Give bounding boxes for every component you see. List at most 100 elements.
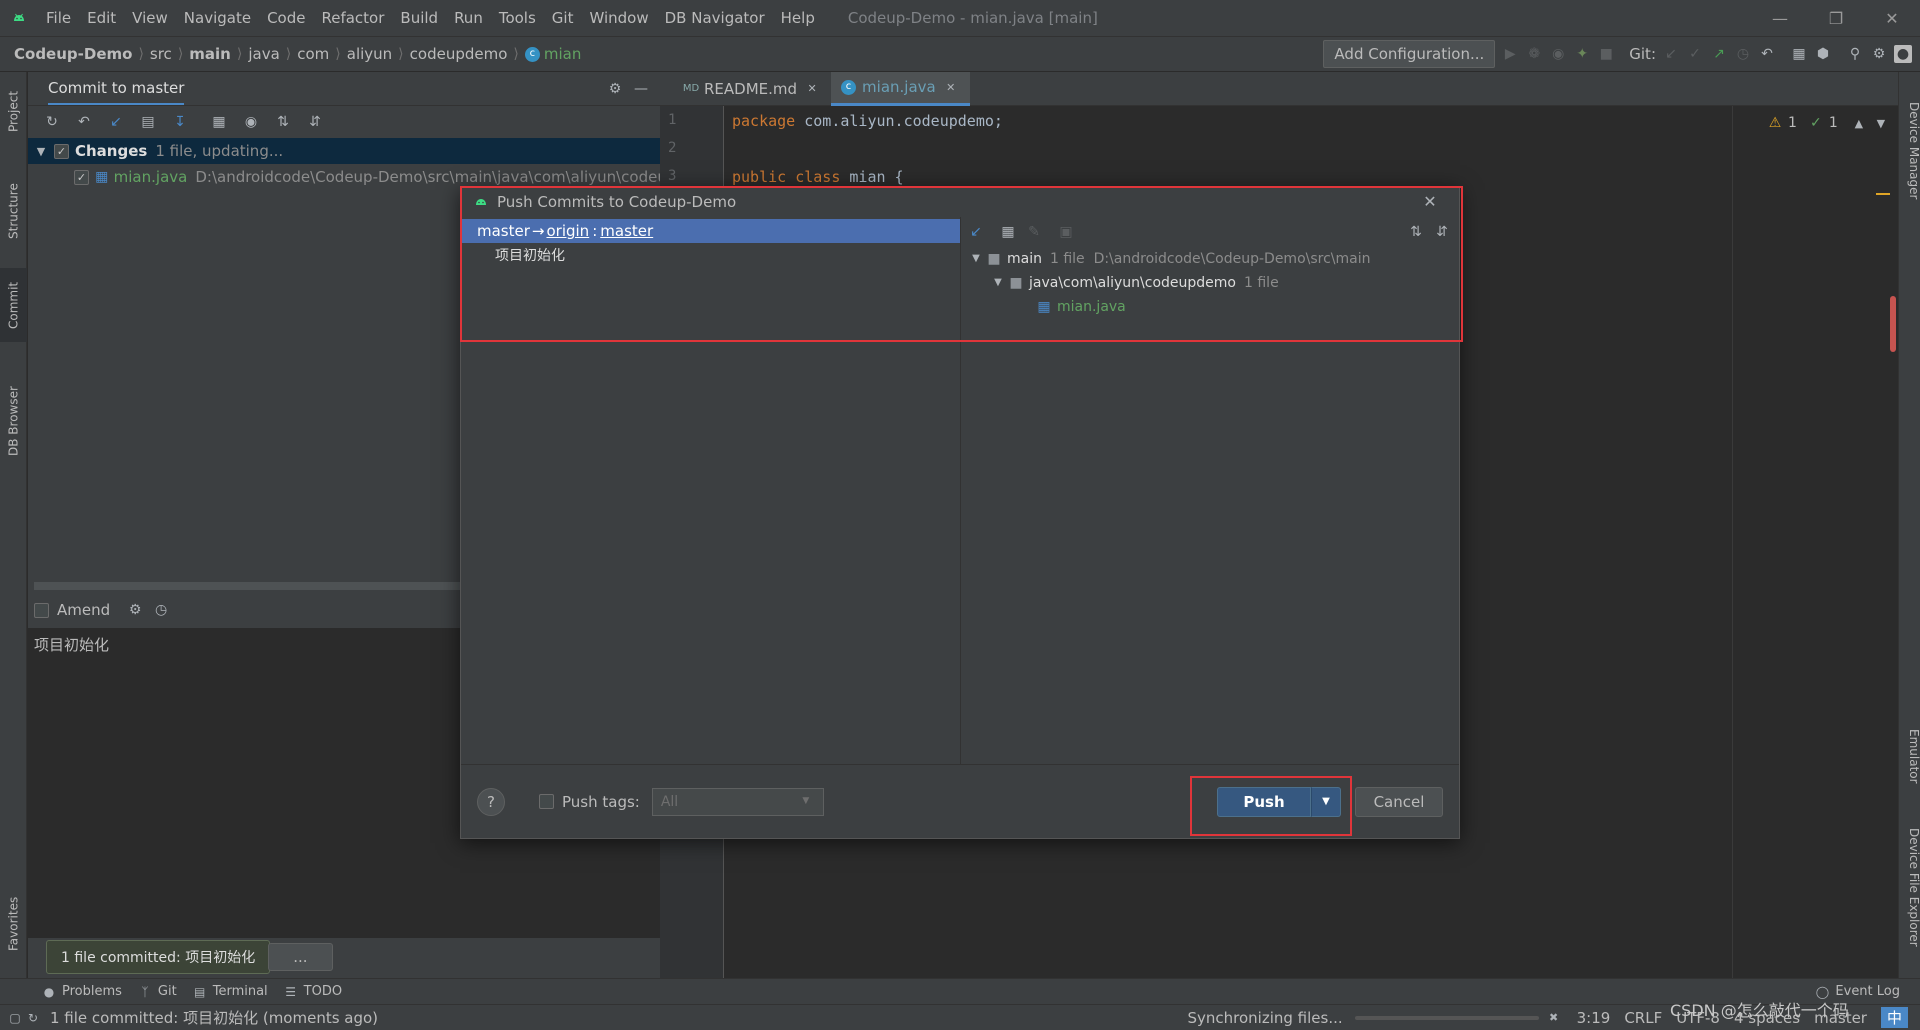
push-tags-label[interactable]: Push tags: [562,793,640,811]
menu-view[interactable]: View [124,9,176,27]
tab-readme[interactable]: MD README.md ✕ [672,72,831,106]
git-push-icon[interactable]: ↗ [1710,45,1728,63]
target-branch-link[interactable]: master [600,222,653,240]
expand-all-icon[interactable]: ⇅ [274,113,292,131]
cancel-button[interactable]: Cancel [1355,786,1443,817]
commit-row[interactable]: 项目初始化 [461,243,960,267]
gear-icon[interactable]: ⚙ [606,80,624,98]
caret-position[interactable]: 3:19 [1577,1009,1611,1027]
tab-structure[interactable]: Structure [0,168,27,254]
apply-changes-icon[interactable]: ✦ [1573,45,1591,63]
close-window-icon[interactable]: ✕ [1864,0,1920,36]
error-stripe-mark[interactable] [1876,193,1890,195]
git-update-icon[interactable]: ↙ [1662,45,1680,63]
tree-package-row[interactable]: ▼ ■ java\com\aliyun\codeupdemo 1 file [961,271,1459,295]
changes-node[interactable]: ▼ ✓ Changes 1 file, updating... [28,138,660,164]
profile-icon[interactable]: ◉ [1549,45,1567,63]
run-icon[interactable]: ▶ [1501,45,1519,63]
code-line[interactable]: package com.aliyun.codeupdemo; [732,112,1003,130]
minimize-icon[interactable]: — [1752,0,1808,36]
device-manager-icon[interactable]: ▦ [1790,45,1808,63]
breadcrumb-item[interactable]: Codeup-Demo [14,45,132,63]
tab-todo[interactable]: ☰ TODO [282,983,342,1001]
tab-project[interactable]: Project [0,78,27,144]
push-tags-checkbox[interactable] [539,794,554,809]
scrollbar-mark[interactable] [1890,296,1896,352]
search-icon[interactable]: ⚲ [1846,45,1864,63]
commit-options-gear-icon[interactable]: ⚙ [126,601,144,619]
tree-file-row[interactable]: ▦ mian.java [961,295,1459,319]
commit-history-clock-icon[interactable]: ◷ [152,601,170,619]
file-checkbox[interactable]: ✓ [74,169,89,185]
menu-navigate[interactable]: Navigate [176,9,259,27]
shelve-icon[interactable]: ↧ [171,113,189,131]
menu-window[interactable]: Window [581,9,656,27]
remote-link[interactable]: origin [546,222,589,240]
menu-code[interactable]: Code [259,9,313,27]
push-button[interactable]: Push [1217,786,1311,817]
menu-db-navigator[interactable]: DB Navigator [657,9,773,27]
hide-panel-icon[interactable]: — [632,80,650,98]
chevron-down-icon[interactable]: ▼ [32,142,50,160]
chevron-down-icon[interactable]: ▼ [1872,114,1890,132]
view-source-icon[interactable]: ▣ [1057,223,1075,241]
tab-commit[interactable]: Commit [0,268,27,342]
rollback-icon[interactable]: ↶ [75,113,93,131]
breadcrumb-item[interactable]: main [189,45,231,63]
tab-problems[interactable]: ● Problems [40,983,122,1001]
line-separator[interactable]: CRLF [1624,1009,1662,1027]
edit-source-icon[interactable]: ✎ [1025,223,1043,241]
breadcrumb-item[interactable]: aliyun [347,45,392,63]
close-tab-icon[interactable]: ✕ [803,80,821,98]
menu-edit[interactable]: Edit [79,9,124,27]
chevron-down-icon[interactable]: ▼ [967,250,985,268]
tab-device-file-explorer[interactable]: Device File Explorer [1899,812,1920,962]
branch-row[interactable]: master → origin : master [461,219,960,243]
git-history-icon[interactable]: ◷ [1734,45,1752,63]
show-diff-icon[interactable]: ↙ [967,223,985,241]
tab-favorites[interactable]: Favorites [0,882,27,966]
push-tags-select[interactable]: All ▼ [651,787,824,816]
breadcrumb-item[interactable]: src [150,45,172,63]
commit-more-button[interactable]: ... [268,943,333,971]
add-configuration-button[interactable]: Add Configuration... [1323,40,1496,68]
collapse-all-icon[interactable]: ⇵ [306,113,324,131]
refresh-icon[interactable]: ↻ [43,113,61,131]
collapse-all-icon[interactable]: ⇵ [1433,223,1451,241]
inspection-widget[interactable]: ⚠ 1 ✓ 1 ▲ ▼ [1766,114,1890,132]
menu-tools[interactable]: Tools [491,9,544,27]
chevron-up-icon[interactable]: ▲ [1850,114,1868,132]
restore-icon[interactable]: ❐ [1808,0,1864,36]
tab-emulator[interactable]: Emulator [1899,716,1920,796]
chevron-down-icon[interactable]: ▼ [989,274,1007,292]
menu-file[interactable]: File [38,9,79,27]
breadcrumb-item[interactable]: mian [544,45,581,63]
git-rollback-icon[interactable]: ↶ [1758,45,1776,63]
tree-root-row[interactable]: ▼ ■ main 1 file D:\androidcode\Codeup-De… [961,247,1459,271]
help-button[interactable]: ? [477,787,505,816]
menu-git[interactable]: Git [544,9,582,27]
tab-terminal[interactable]: ▤ Terminal [191,983,268,1001]
menu-refactor[interactable]: Refactor [313,9,392,27]
code-line[interactable]: public class mian { [732,168,904,186]
breadcrumb-item[interactable]: com [297,45,329,63]
group-by-icon[interactable]: ▦ [210,113,228,131]
status-message[interactable]: 1 file committed: 项目初始化 (moments ago) [50,1007,378,1028]
stop-icon[interactable]: ■ [1597,45,1615,63]
menu-help[interactable]: Help [773,9,823,27]
view-options-icon[interactable]: ◉ [242,113,260,131]
tab-device-manager[interactable]: Device Manager [1899,86,1920,216]
push-dropdown-button[interactable]: ▼ [1311,786,1341,817]
group-by-icon[interactable]: ▦ [999,223,1017,241]
debug-icon[interactable]: ❁ [1525,45,1543,63]
update-icon[interactable]: ↙ [107,113,125,131]
breadcrumb-item[interactable]: codeupdemo [410,45,508,63]
close-icon[interactable]: ✕ [1421,193,1439,211]
avatar-icon[interactable]: ● [1894,45,1912,63]
diff-icon[interactable]: ▤ [139,113,157,131]
changes-checkbox[interactable]: ✓ [54,143,69,159]
cancel-sync-icon[interactable]: ✖ [1545,1009,1563,1027]
sdk-manager-icon[interactable]: ⬢ [1814,45,1832,63]
toggle-tool-windows-icon[interactable]: ▢ [6,1009,24,1027]
git-commit-icon[interactable]: ✓ [1686,45,1704,63]
